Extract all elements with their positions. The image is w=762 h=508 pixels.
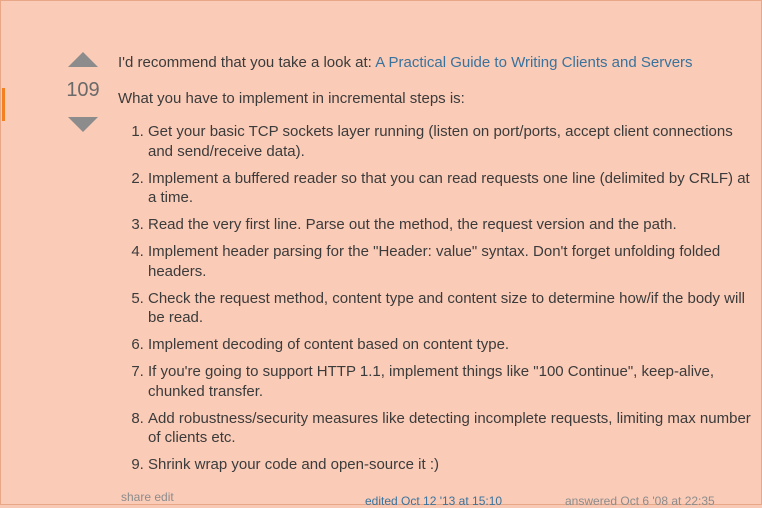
- vote-column: 109: [60, 52, 106, 132]
- downvote-arrow-icon[interactable]: [68, 117, 98, 132]
- list-item: Implement decoding of content based on c…: [148, 335, 758, 355]
- list-item: Implement header parsing for the "Header…: [148, 242, 758, 281]
- list-item: Get your basic TCP sockets layer running…: [148, 122, 758, 161]
- list-item: Check the request method, content type a…: [148, 289, 758, 328]
- steps-list: Get your basic TCP sockets layer running…: [118, 122, 758, 475]
- edit-link[interactable]: edit: [154, 490, 173, 504]
- accepted-answer-indicator: [2, 88, 5, 121]
- intro-paragraph: I'd recommend that you take a look at: A…: [118, 53, 758, 73]
- list-item: Shrink wrap your code and open-source it…: [148, 455, 758, 475]
- edited-timestamp[interactable]: edited Oct 12 '13 at 15:10: [365, 494, 502, 508]
- list-item: If you're going to support HTTP 1.1, imp…: [148, 362, 758, 401]
- guide-link[interactable]: A Practical Guide to Writing Clients and…: [375, 54, 692, 71]
- list-item: Implement a buffered reader so that you …: [148, 169, 758, 208]
- list-item: Read the very first line. Parse out the …: [148, 215, 758, 235]
- answer-body: I'd recommend that you take a look at: A…: [118, 53, 758, 482]
- vote-count: 109: [66, 79, 100, 101]
- list-item: Add robustness/security measures like de…: [148, 409, 758, 448]
- share-link[interactable]: share: [121, 490, 151, 504]
- answered-timestamp: answered Oct 6 '08 at 22:35: [565, 494, 715, 508]
- intro-text: I'd recommend that you take a look at:: [118, 54, 376, 71]
- upvote-arrow-icon[interactable]: [68, 52, 98, 67]
- post-menu: share edit: [121, 490, 174, 504]
- lead-paragraph: What you have to implement in incrementa…: [118, 89, 465, 107]
